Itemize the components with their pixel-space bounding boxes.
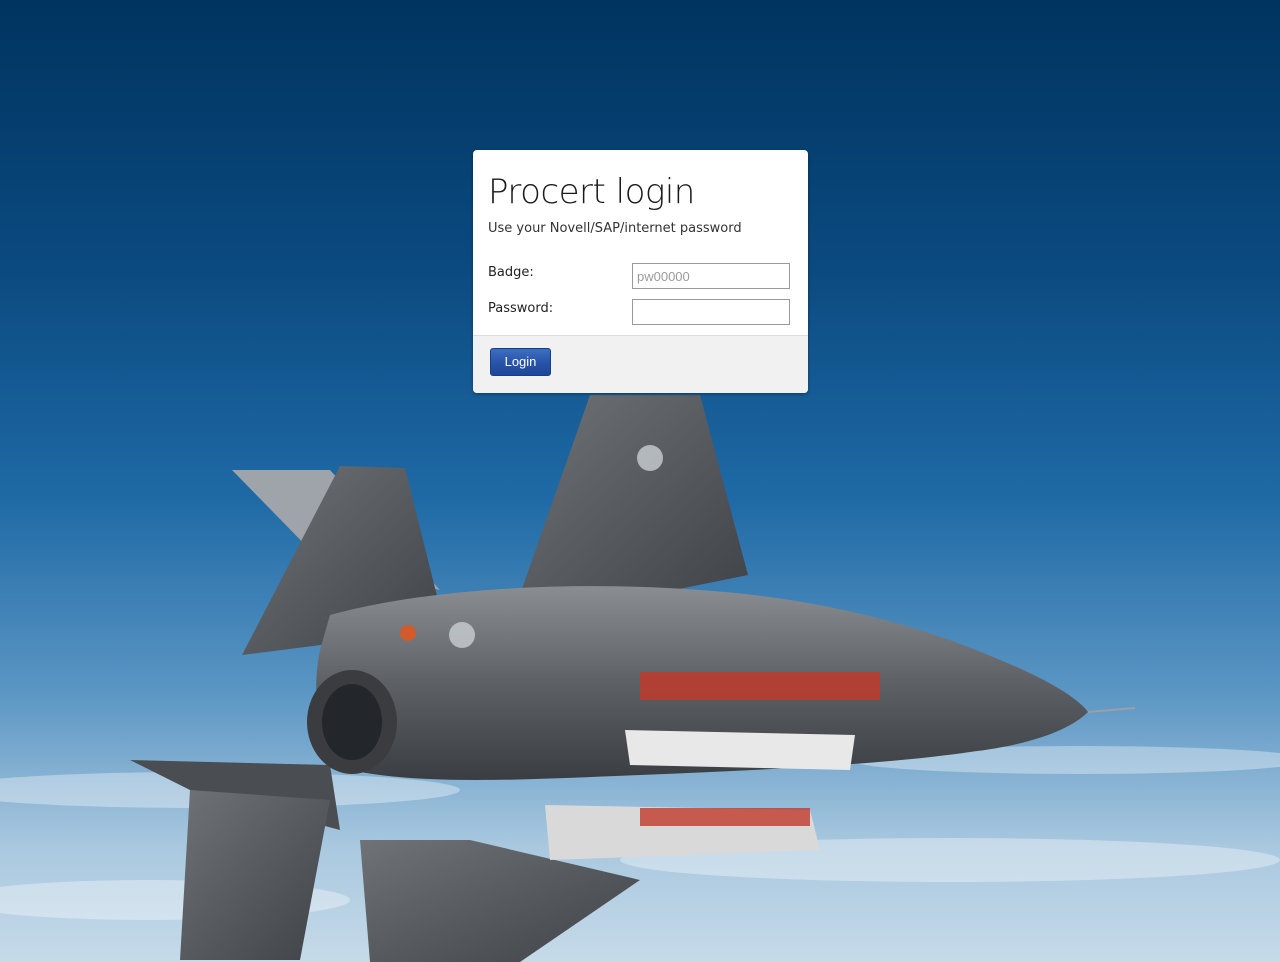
- login-subtitle: Use your Novell/SAP/internet password: [488, 221, 742, 236]
- login-form: Procert login Use your Novell/SAP/intern…: [473, 150, 808, 335]
- background-jet-image: [0, 395, 1280, 962]
- login-panel: Procert login Use your Novell/SAP/intern…: [473, 150, 808, 393]
- login-footer: Login: [473, 335, 808, 393]
- page-title: Procert login: [488, 172, 695, 212]
- badge-label: Badge:: [488, 265, 534, 280]
- login-button[interactable]: Login: [490, 348, 551, 376]
- badge-input[interactable]: [632, 263, 790, 289]
- password-input[interactable]: [632, 299, 790, 325]
- password-label: Password:: [488, 301, 554, 316]
